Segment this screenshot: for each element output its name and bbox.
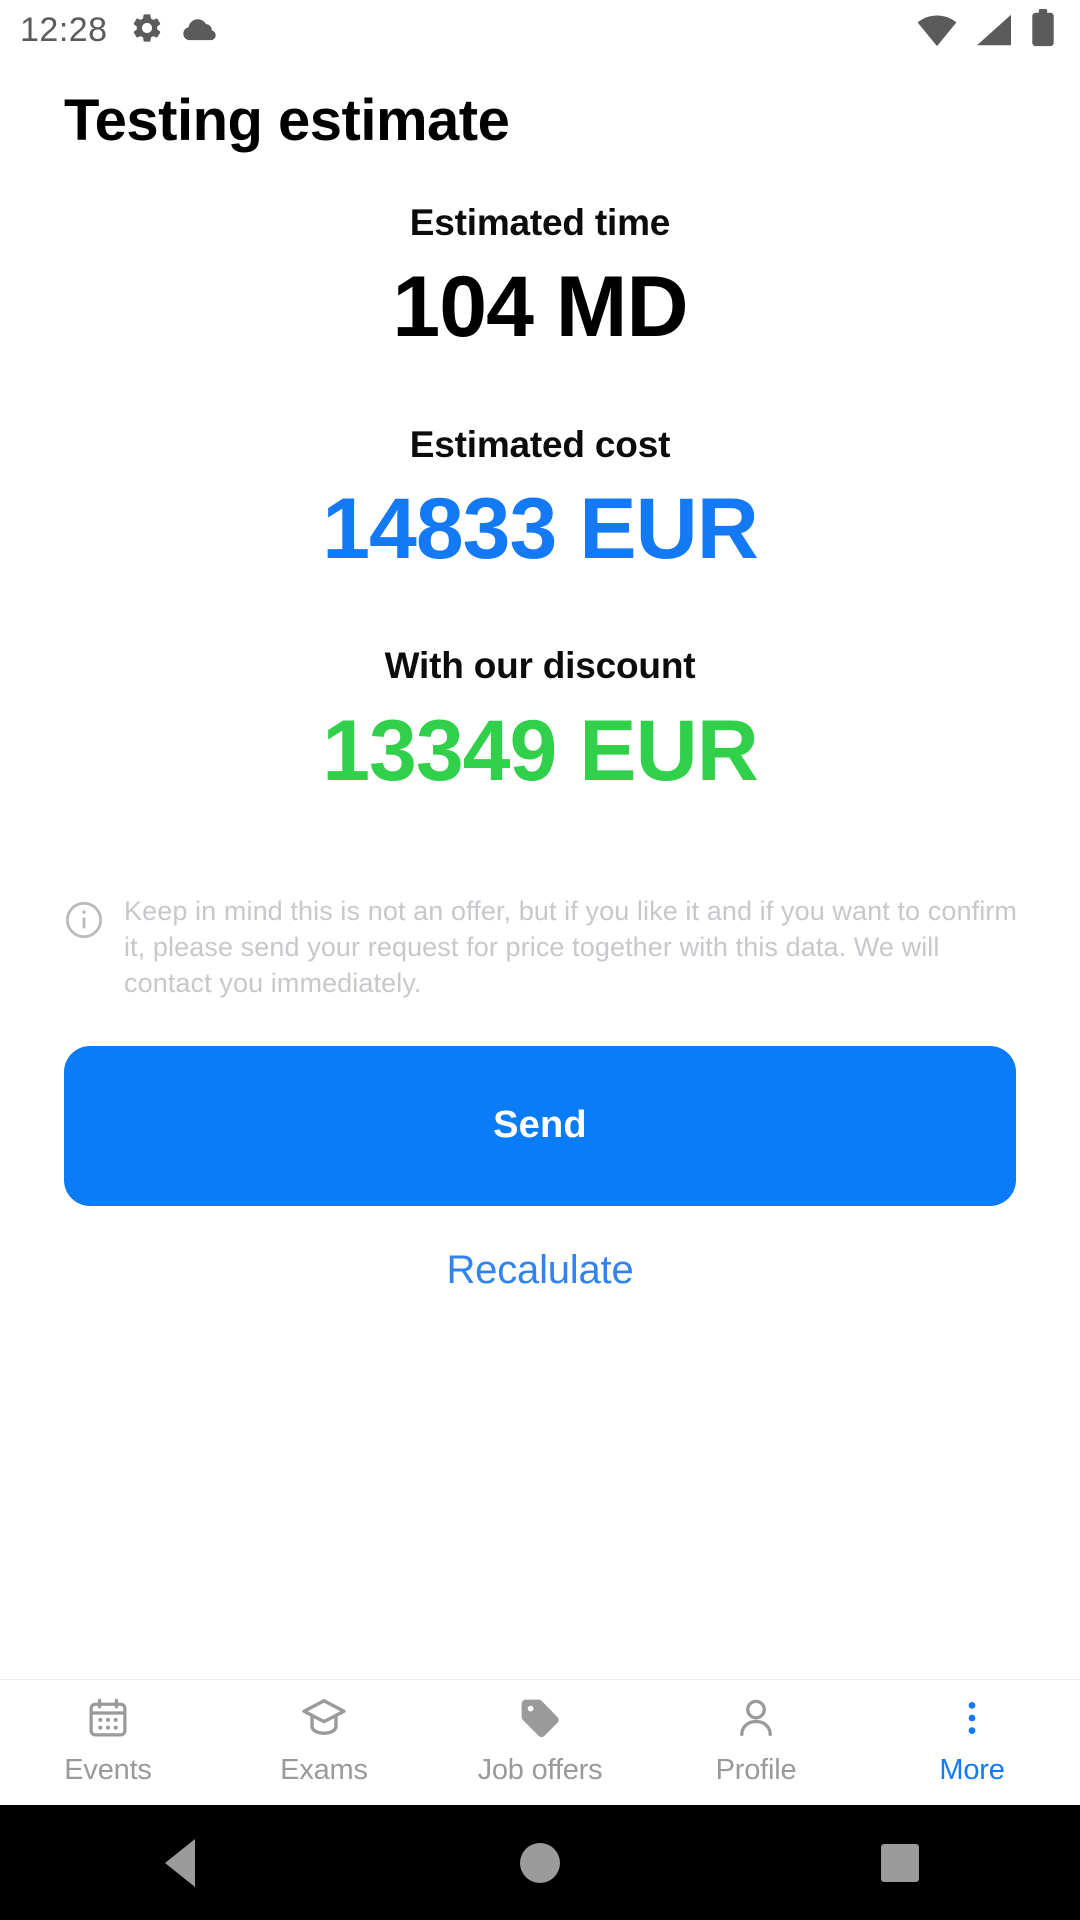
metric-value: 104 MD <box>392 259 688 356</box>
android-navigation-bar <box>0 1805 1080 1920</box>
bottom-navigation-wrapper: Events Exams Job offers Profile More <box>0 1679 1080 1805</box>
tab-job-offers[interactable]: Job offers <box>432 1680 648 1791</box>
tab-label: Events <box>64 1754 152 1786</box>
battery-icon <box>1030 8 1056 52</box>
tab-label: Job offers <box>477 1754 603 1786</box>
status-bar-clock: 12:28 <box>20 10 108 49</box>
metric-estimated-cost: Estimated cost 14833 EUR <box>0 423 1080 581</box>
gear-icon <box>130 11 164 50</box>
person-icon <box>733 1692 779 1744</box>
metric-label: Estimated time <box>409 201 671 243</box>
metric-estimated-time: Estimated time 104 MD <box>0 201 1080 359</box>
tab-exams[interactable]: Exams <box>216 1680 432 1791</box>
recalculate-button[interactable]: Recalulate <box>64 1248 1016 1293</box>
cellular-signal-icon <box>974 13 1014 52</box>
status-bar-system-icons <box>916 8 1056 52</box>
home-circle-icon <box>520 1842 560 1883</box>
back-triangle-icon <box>165 1838 195 1887</box>
info-circle-icon <box>64 900 104 945</box>
recents-square-icon <box>881 1843 919 1882</box>
action-area: Send Recalulate <box>0 1045 1080 1293</box>
tab-profile[interactable]: Profile <box>648 1680 864 1791</box>
metric-value: 13349 EUR <box>322 702 759 799</box>
status-bar: 12:28 <box>0 0 1080 60</box>
tab-more[interactable]: More <box>864 1680 1080 1791</box>
recents-button[interactable] <box>820 1805 980 1920</box>
disclaimer-note: Keep in mind this is not an offer, but i… <box>64 894 1018 1002</box>
bottom-navigation: Events Exams Job offers Profile More <box>0 1679 1080 1805</box>
send-button[interactable]: Send <box>64 1045 1016 1206</box>
more-vertical-icon <box>950 1692 994 1744</box>
back-button[interactable] <box>100 1805 260 1920</box>
page-title: Testing estimate <box>64 88 510 153</box>
metric-label: With our discount <box>384 645 696 687</box>
app-screen: 12:28 Testing estimate Estimated time 10… <box>0 0 1080 1920</box>
tab-label: Exams <box>280 1754 368 1786</box>
status-bar-notification-icons <box>130 11 220 50</box>
metric-discounted-cost: With our discount 13349 EUR <box>0 644 1080 802</box>
estimate-summary: Estimated time 104 MD Estimated cost 148… <box>0 155 1080 803</box>
calendar-icon <box>85 1692 131 1744</box>
cloud-icon <box>182 14 220 47</box>
metric-label: Estimated cost <box>409 423 671 465</box>
graduation-cap-icon <box>300 1692 348 1744</box>
disclaimer-text: Keep in mind this is not an offer, but i… <box>124 896 1017 999</box>
tag-icon <box>517 1692 563 1744</box>
metric-value: 14833 EUR <box>322 480 759 577</box>
wifi-icon <box>916 13 958 52</box>
tab-label: More <box>939 1754 1005 1786</box>
tab-label: Profile <box>715 1754 797 1786</box>
tab-events[interactable]: Events <box>0 1680 216 1791</box>
home-button[interactable] <box>460 1805 620 1920</box>
